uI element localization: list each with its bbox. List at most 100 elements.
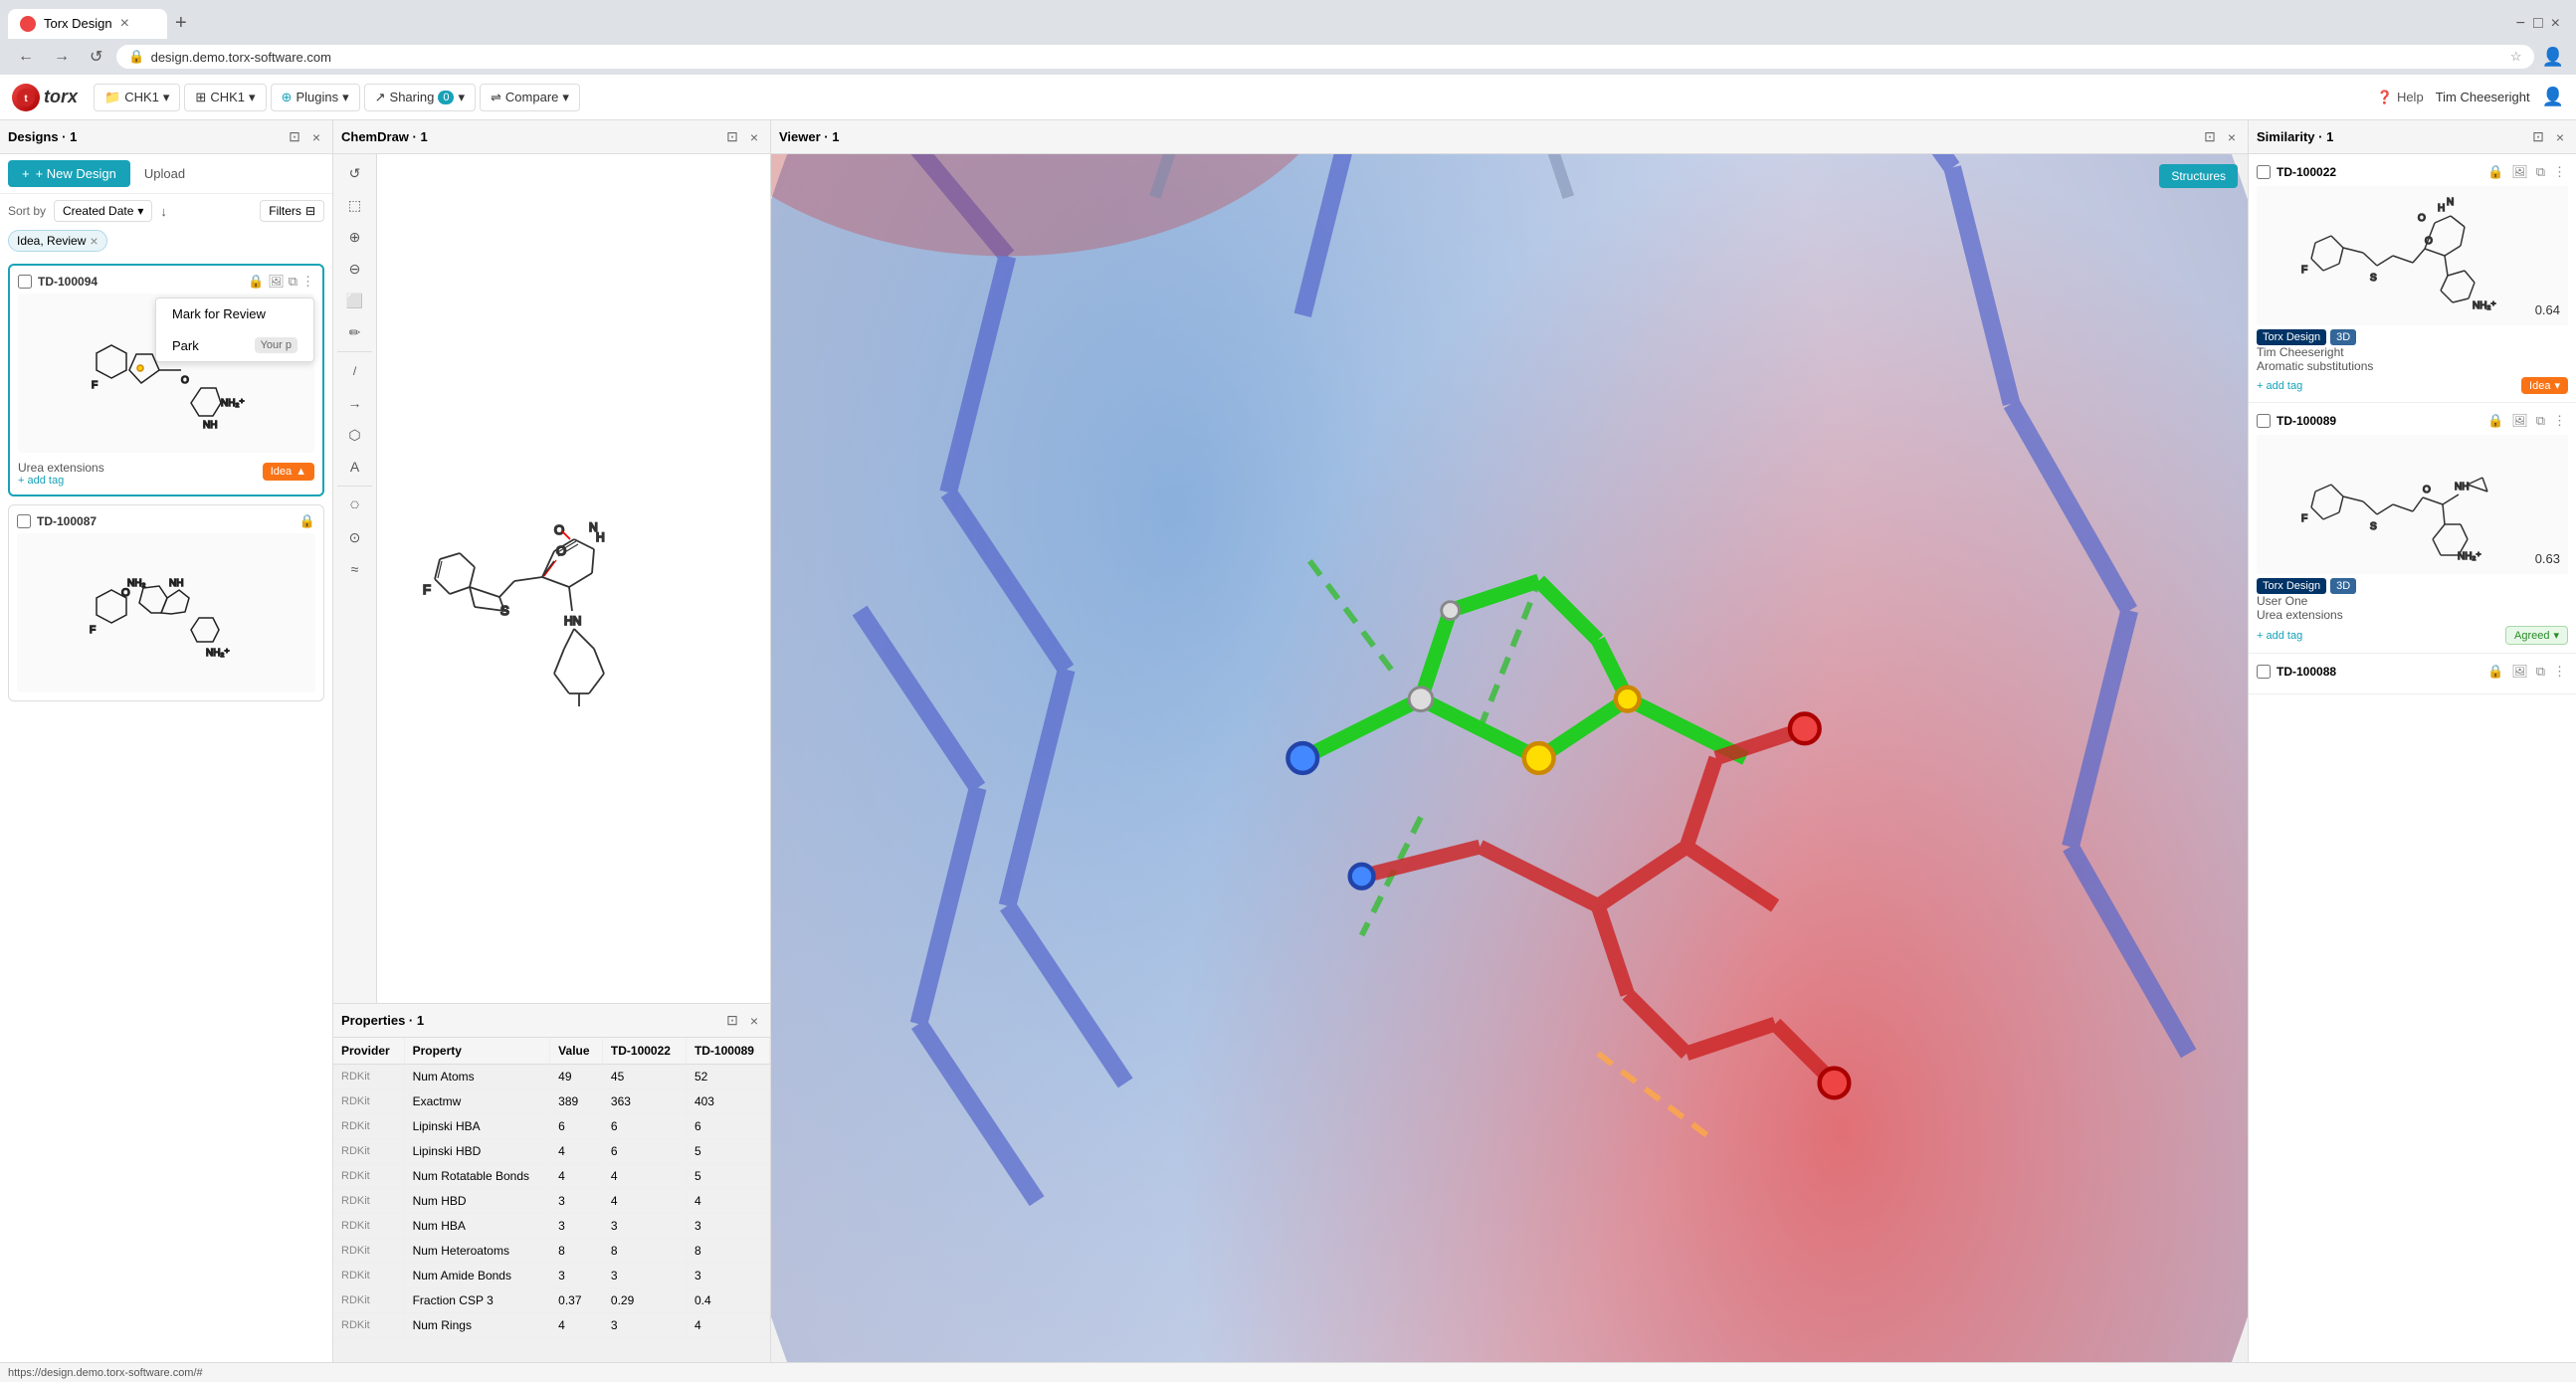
idea-badge-td100022-sim[interactable]: Idea ▾ (2521, 377, 2568, 394)
design-checkbox-td100087[interactable] (17, 514, 31, 528)
folder-icon: 📁 (104, 90, 120, 105)
tool-ring[interactable]: ⬡ (337, 420, 373, 450)
sim-more-btn-td100089[interactable]: ⋮ (2551, 411, 2568, 431)
new-design-btn[interactable]: + + New Design (8, 160, 130, 187)
tool-eraser[interactable]: ⬜ (337, 286, 373, 315)
properties-panel-title: Properties · 1 (341, 1013, 718, 1028)
tag-filter-badge[interactable]: Idea, Review × (8, 230, 107, 252)
window-maximize-btn[interactable]: □ (2533, 15, 2543, 33)
col-td100022: TD-100022 (602, 1038, 686, 1065)
idea-chevron-sim: ▾ (2554, 379, 2560, 392)
idea-badge-td100094[interactable]: Idea ▲ (263, 463, 314, 481)
tool-pencil[interactable]: ✏ (337, 317, 373, 347)
props-close-btn[interactable]: × (746, 1011, 762, 1031)
provider-cell: RDKit (333, 1065, 404, 1089)
plugins-btn[interactable]: ⊕ Plugins ▾ (271, 84, 360, 111)
sim-checkbox-td100022[interactable] (2257, 165, 2271, 179)
account-icon[interactable]: 👤 (2542, 47, 2564, 68)
tool-select[interactable]: ⬚ (337, 190, 373, 220)
more-icon-btn[interactable]: ⋮ (301, 274, 314, 290)
tool-zoom-out[interactable]: ⊖ (337, 254, 373, 284)
sim-img-btn-td100088[interactable]: 🖼 (2509, 662, 2530, 682)
sim-add-tag-td100089[interactable]: + add tag (2257, 630, 2302, 642)
sim-img-btn-td100022[interactable]: 🖼 (2509, 162, 2530, 182)
window-close-btn[interactable]: × (2551, 15, 2560, 33)
3d-badge-td100022: 3D (2330, 329, 2356, 345)
help-btn[interactable]: ❓ Help (2377, 90, 2424, 105)
svg-text:F: F (2301, 513, 2307, 524)
chemdraw-content: ↺ ⬚ ⊕ ⊖ ⬜ ✏ / → ⬡ A ⎔ ⊙ ≈ (333, 154, 770, 1003)
sim-lock-btn-td100088[interactable]: 🔒 (2485, 662, 2505, 682)
reload-btn[interactable]: ↺ (84, 45, 108, 69)
tag-row: Idea, Review × (0, 226, 332, 256)
tool-bond[interactable]: / (337, 356, 373, 386)
td100089-cell: 4 (686, 1313, 769, 1338)
chemdraw-pop-btn[interactable]: ⊡ (722, 126, 742, 147)
park-item[interactable]: Park Your p (156, 329, 313, 361)
user-avatar-icon[interactable]: 👤 (2542, 87, 2564, 107)
bookmark-icon[interactable]: ☆ (2510, 49, 2522, 65)
tool-template[interactable]: ≈ (337, 554, 373, 584)
sim-copy-btn-td100088[interactable]: ⧉ (2534, 662, 2547, 682)
chk1-folder-btn[interactable]: 📁 CHK1 ▾ (94, 84, 180, 111)
value-cell: 6 (550, 1114, 603, 1139)
chk1-table-btn[interactable]: ⊞ CHK1 ▾ (184, 84, 266, 111)
upload-btn[interactable]: Upload (138, 160, 191, 187)
viewer-canvas-container[interactable]: Structures (771, 154, 2248, 1362)
sort-direction-icon[interactable]: ↓ (160, 204, 167, 219)
sim-lock-btn-td100089[interactable]: 🔒 (2485, 411, 2505, 431)
agreed-badge-td100089[interactable]: Agreed ▾ (2505, 626, 2568, 645)
svg-text:O: O (2423, 485, 2431, 495)
lock-icon-btn[interactable]: 🔒 (248, 274, 264, 290)
viewer-pop-btn[interactable]: ⊡ (2200, 126, 2220, 147)
sort-select[interactable]: Created Date ▾ (54, 200, 152, 222)
sim-copy-btn-td100089[interactable]: ⧉ (2534, 411, 2547, 431)
tool-target[interactable]: ⊙ (337, 522, 373, 552)
sim-lock-btn-td100022[interactable]: 🔒 (2485, 162, 2505, 182)
chemdraw-close-btn[interactable]: × (746, 127, 762, 147)
td100022-cell: 8 (602, 1239, 686, 1264)
back-btn[interactable]: ← (12, 46, 40, 68)
compare-btn[interactable]: ⇌ Compare ▾ (480, 84, 580, 111)
tool-text-a[interactable]: A (337, 452, 373, 482)
designs-panel-close-btn[interactable]: × (308, 127, 324, 147)
svg-text:NH₂⁺: NH₂⁺ (221, 398, 245, 409)
image-icon-btn[interactable]: 🖼 (268, 274, 285, 290)
lock-icon-btn2[interactable]: 🔒 (299, 513, 315, 529)
window-minimize-btn[interactable]: − (2516, 15, 2525, 33)
mark-for-review-item[interactable]: Mark for Review (156, 298, 313, 329)
designs-panel-pop-btn[interactable]: ⊡ (285, 126, 304, 147)
similarity-close-btn[interactable]: × (2552, 127, 2568, 147)
tool-chain[interactable]: ⎔ (337, 491, 373, 520)
tab-close-btn[interactable]: × (120, 15, 129, 33)
sim-svg-td100022: F S O H N (2274, 191, 2552, 320)
tool-lasso[interactable]: ↺ (337, 158, 373, 188)
viewer-close-btn[interactable]: × (2224, 127, 2240, 147)
design-checkbox-td100094[interactable] (18, 275, 32, 289)
sharing-btn[interactable]: ↗ Sharing 0 ▾ (364, 84, 476, 111)
sim-img-btn-td100089[interactable]: 🖼 (2509, 411, 2530, 431)
sim-more-btn-td100088[interactable]: ⋮ (2551, 662, 2568, 682)
sim-checkbox-td100088[interactable] (2257, 665, 2271, 679)
browser-tab[interactable]: Torx Design × (8, 9, 167, 39)
svg-text:S: S (2370, 273, 2377, 284)
forward-btn[interactable]: → (48, 46, 76, 68)
similarity-pop-btn[interactable]: ⊡ (2528, 126, 2548, 147)
structures-btn[interactable]: Structures (2159, 164, 2238, 188)
col-property: Property (404, 1038, 550, 1065)
sim-add-tag-td100022[interactable]: + add tag (2257, 380, 2302, 392)
copy-icon-btn[interactable]: ⧉ (289, 274, 297, 290)
sim-checkbox-td100089[interactable] (2257, 414, 2271, 428)
sim-more-btn-td100022[interactable]: ⋮ (2551, 162, 2568, 182)
filter-btn[interactable]: Filters ⊟ (260, 200, 324, 222)
new-tab-btn[interactable]: + (167, 8, 195, 39)
props-pop-btn[interactable]: ⊡ (722, 1010, 742, 1031)
provider-cell: RDKit (333, 1313, 404, 1338)
chemdraw-canvas[interactable]: F S (377, 154, 770, 1003)
tag-filter-close[interactable]: × (90, 233, 98, 249)
tool-arrow[interactable]: → (337, 388, 373, 418)
add-tag-td100094[interactable]: + add tag (18, 475, 104, 487)
tool-zoom-in[interactable]: ⊕ (337, 222, 373, 252)
address-bar[interactable]: 🔒 design.demo.torx-software.com ☆ (116, 45, 2533, 69)
sim-copy-btn-td100022[interactable]: ⧉ (2534, 162, 2547, 182)
